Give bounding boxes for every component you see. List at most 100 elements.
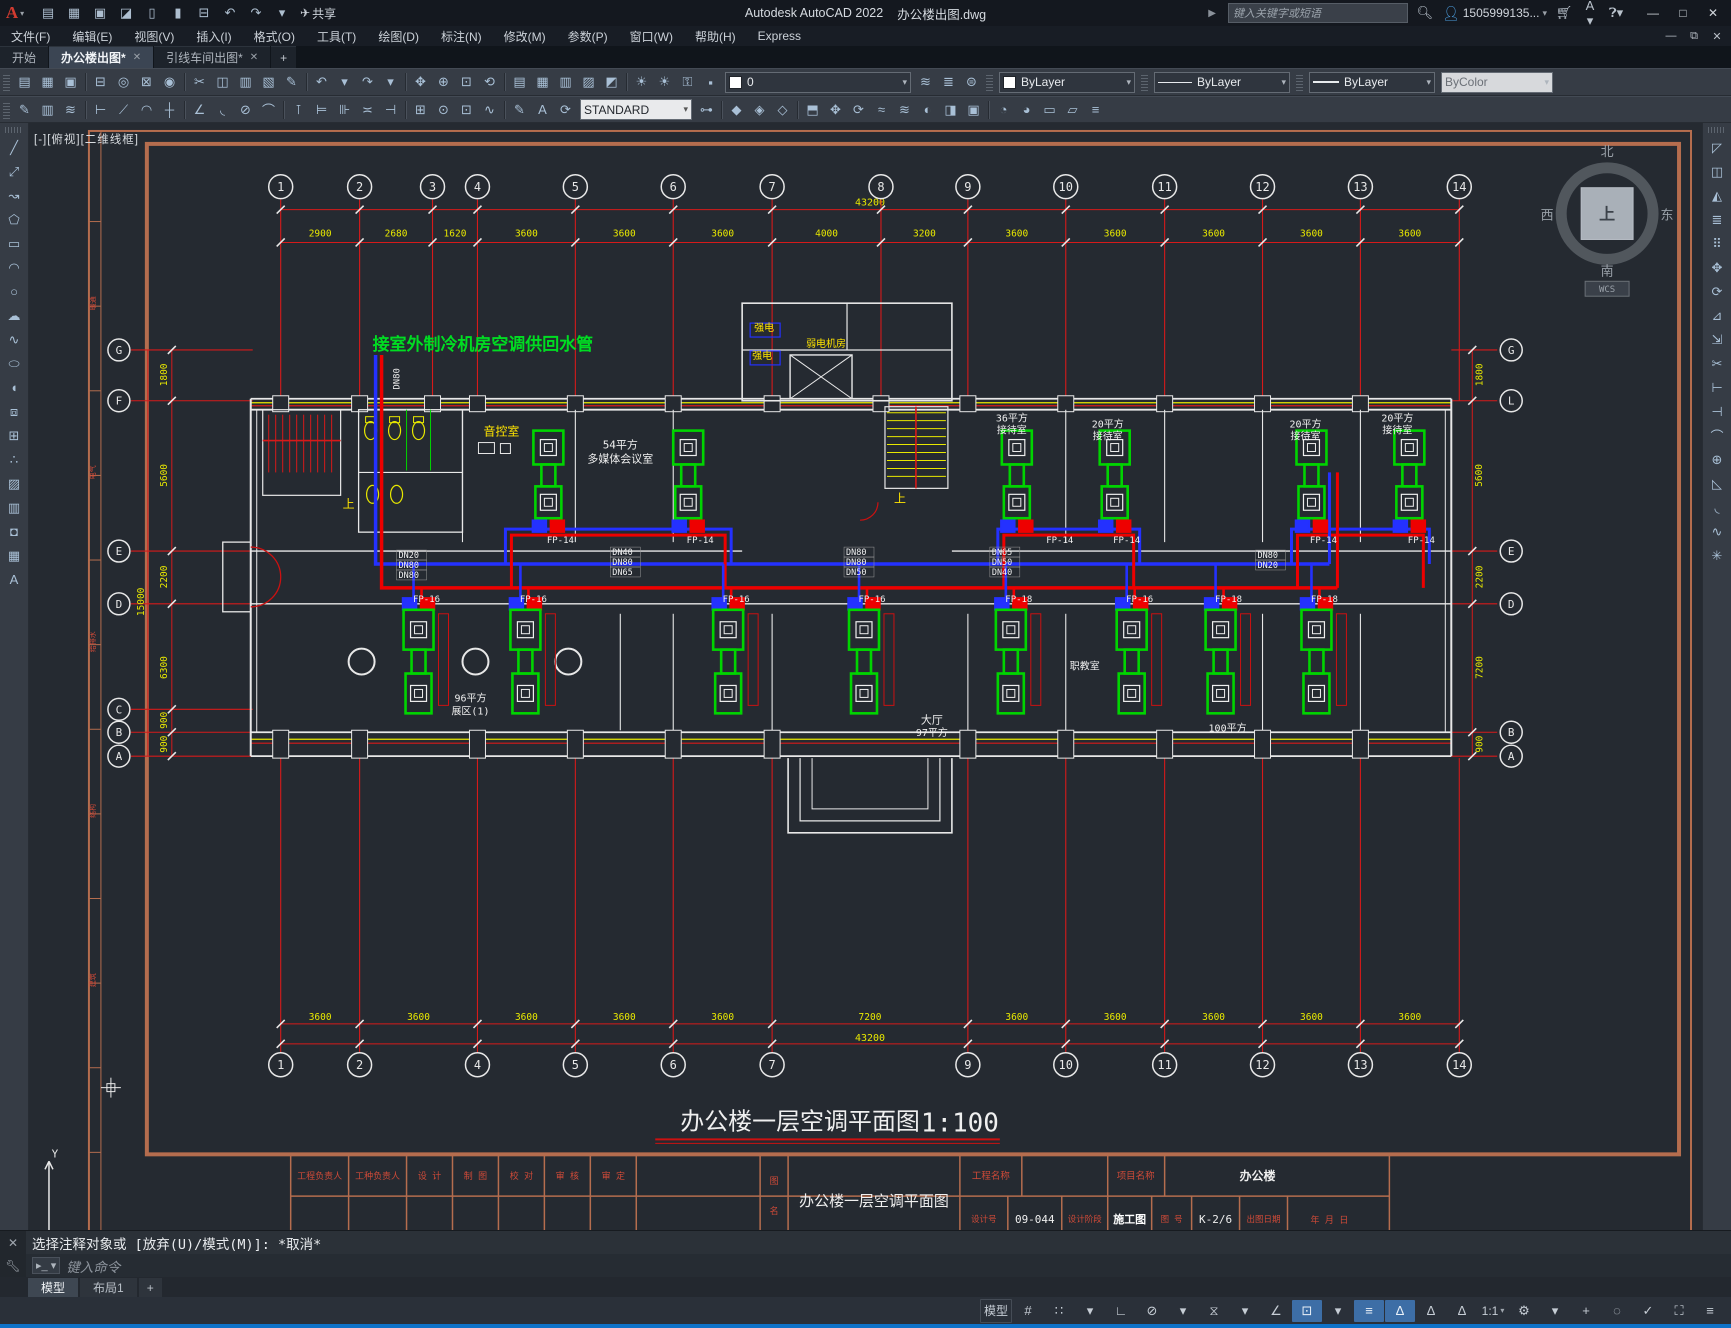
zoom-window-icon[interactable]: ⊡ xyxy=(455,72,478,93)
make-block-icon[interactable]: ⊞ xyxy=(2,424,26,447)
drawing-canvas[interactable]: [-][俯视][二维线框] 暖通 电气 给排水 结构 建筑 工程负责人 工种负责人 设 计 制 … xyxy=(29,123,1702,1230)
loft-icon[interactable]: ≋ xyxy=(893,99,916,120)
open-icon[interactable]: ▦ xyxy=(36,72,59,93)
join-icon[interactable]: ⊕ xyxy=(1705,448,1729,471)
paste-special-icon[interactable]: ▧ xyxy=(257,72,280,93)
polygon-icon[interactable]: ⬠ xyxy=(2,208,26,231)
dim-edit-text-icon[interactable]: ✎ xyxy=(508,99,531,120)
menu-item-7[interactable]: 标注(N) xyxy=(430,26,493,46)
isodraft-caret[interactable]: ▾ xyxy=(1230,1300,1260,1322)
extend-icon[interactable]: ⊢ xyxy=(1705,376,1729,399)
maximize-button[interactable]: □ xyxy=(1669,2,1697,24)
menu-item-3[interactable]: 插入(I) xyxy=(185,26,242,46)
layer-combo[interactable]: 0 ▾ xyxy=(725,71,911,93)
layer-properties-icon[interactable]: ≋ xyxy=(914,72,937,93)
command-input[interactable]: ▸_ ▾ 键入命令 xyxy=(26,1254,1731,1277)
stretch-icon[interactable]: ⇲ xyxy=(1705,328,1729,351)
layer-freeze-icon[interactable]: ☀ xyxy=(653,72,676,93)
point-icon[interactable]: ∴ xyxy=(2,448,26,471)
snap-caret[interactable]: ▾ xyxy=(1075,1300,1105,1322)
annotation-visibility-icon[interactable]: ∆ xyxy=(1385,1299,1415,1322)
array-icon[interactable]: ⠿ xyxy=(1705,232,1729,255)
imprint-icon[interactable]: ▭ xyxy=(1038,99,1061,120)
menu-item-1[interactable]: 编辑(E) xyxy=(61,26,123,46)
pan-icon[interactable]: ✥ xyxy=(409,72,432,93)
doc-minimize-button[interactable]: — xyxy=(1660,28,1682,45)
new-tab-button[interactable]: + xyxy=(271,46,297,68)
redo-icon[interactable]: ↷ xyxy=(356,72,379,93)
move-3d-icon[interactable]: ✥ xyxy=(824,99,847,120)
save-to-mobile-icon[interactable]: ▮ xyxy=(166,3,190,23)
model-tab[interactable]: 模型 xyxy=(28,1278,79,1297)
dim-space-icon[interactable]: ≍ xyxy=(356,99,379,120)
save-as-icon[interactable]: ◪ xyxy=(114,3,138,23)
layer-prev-icon[interactable]: ⊜ xyxy=(960,72,983,93)
spline-icon[interactable]: ∿ xyxy=(2,328,26,351)
menu-item-9[interactable]: 参数(P) xyxy=(557,26,619,46)
menu-item-12[interactable]: Express xyxy=(747,26,812,46)
check-icon[interactable]: ≡ xyxy=(1084,99,1107,120)
multiline-text-icon[interactable]: A xyxy=(2,568,26,591)
plot-icon[interactable]: ⊟ xyxy=(89,72,112,93)
dim-arc-icon[interactable]: ◠ xyxy=(135,99,158,120)
blend-icon[interactable]: ∿ xyxy=(1705,520,1729,543)
dim-diameter-icon[interactable]: ⊘ xyxy=(234,99,257,120)
color-combo[interactable]: ByLayer ▾ xyxy=(999,71,1135,93)
clean-screen-icon[interactable]: ⛶ xyxy=(1664,1300,1694,1322)
minimize-button[interactable]: — xyxy=(1639,2,1667,24)
polar-icon[interactable]: ⊘ xyxy=(1137,1300,1167,1322)
layer-color-icon[interactable]: ▪ xyxy=(699,72,722,93)
doc-restore-button[interactable]: ⧉ xyxy=(1683,28,1705,45)
menu-item-5[interactable]: 工具(T) xyxy=(306,26,367,46)
publish-icon[interactable]: ⊠ xyxy=(135,72,158,93)
layer-lock-icon[interactable]: ⚿ xyxy=(676,72,699,93)
layer-states-icon[interactable]: ≣ xyxy=(937,72,960,93)
zoom-previous-icon[interactable]: ⟲ xyxy=(478,72,501,93)
line-icon[interactable]: ╱ xyxy=(2,136,26,159)
dim-baseline-icon[interactable]: ⊨ xyxy=(310,99,333,120)
menu-item-4[interactable]: 格式(O) xyxy=(243,26,306,46)
customize-icon[interactable]: ▾ xyxy=(270,3,294,23)
subtract-icon[interactable]: ◈ xyxy=(748,99,771,120)
command-close-icon[interactable]: ✕ xyxy=(0,1231,26,1254)
insert-block-icon[interactable]: ⧈ xyxy=(2,400,26,423)
dim-jog-line-icon[interactable]: ∿ xyxy=(478,99,501,120)
extrude-icon[interactable]: ⬒ xyxy=(801,99,824,120)
shell-icon[interactable]: ◔ xyxy=(992,99,1015,120)
polar-caret[interactable]: ▾ xyxy=(1168,1300,1198,1322)
search-expand-icon[interactable]: ▶ xyxy=(1208,8,1216,19)
revolve-icon[interactable]: ◐ xyxy=(916,99,939,120)
dim-inspect-icon[interactable]: ⊡ xyxy=(455,99,478,120)
revision-cloud-icon[interactable]: ☁ xyxy=(2,304,26,327)
autodesk-app-icon[interactable]: A ▾ xyxy=(1581,0,1599,29)
plot-icon[interactable]: ⊟ xyxy=(192,3,216,23)
account-menu[interactable]: 👤︎ 1505999135... ▾ xyxy=(1442,5,1547,22)
layer-on-icon[interactable]: ☀ xyxy=(630,72,653,93)
match-properties-icon[interactable]: ✎ xyxy=(280,72,303,93)
dim-linear-icon[interactable]: ⊢ xyxy=(89,99,112,120)
construction-line-icon[interactable]: ⤢ xyxy=(2,160,26,183)
ellipse-icon[interactable]: ⬭ xyxy=(2,352,26,375)
ortho-icon[interactable]: ∟ xyxy=(1106,1300,1136,1322)
table-icon[interactable]: ▦ xyxy=(2,544,26,567)
menu-item-10[interactable]: 窗口(W) xyxy=(619,26,684,46)
redo-icon[interactable]: ↷ xyxy=(244,3,268,23)
menu-item-0[interactable]: 文件(F) xyxy=(0,26,61,46)
file-tab-close-icon[interactable]: ✕ xyxy=(133,52,141,63)
linetype-combo[interactable]: ByLayer ▾ xyxy=(1154,71,1290,93)
grid-icon[interactable]: # xyxy=(1013,1300,1043,1322)
command-prompt-icon[interactable]: ▸_ ▾ xyxy=(32,1257,61,1274)
dim-text-angle-icon[interactable]: A xyxy=(531,99,554,120)
offset-icon[interactable]: ≣ xyxy=(1705,208,1729,231)
gradient-icon[interactable]: ▥ xyxy=(2,496,26,519)
slice-icon[interactable]: ◨ xyxy=(939,99,962,120)
help-icon[interactable]: ❓︎▾ xyxy=(1607,5,1625,21)
fillet-icon[interactable]: ◟ xyxy=(1705,496,1729,519)
offset-edge-icon[interactable]: ▱ xyxy=(1061,99,1084,120)
qnew-icon[interactable]: ▤ xyxy=(36,3,60,23)
dim-style-icon[interactable]: ⊶ xyxy=(695,99,718,120)
viewport-controls[interactable]: [-][俯视][二维线框] xyxy=(34,131,139,147)
fillet-edge-icon[interactable]: ◕ xyxy=(1015,99,1038,120)
isolate-icon[interactable]: ◌ xyxy=(1602,1300,1632,1322)
file-tab-close-icon[interactable]: ✕ xyxy=(250,52,258,63)
